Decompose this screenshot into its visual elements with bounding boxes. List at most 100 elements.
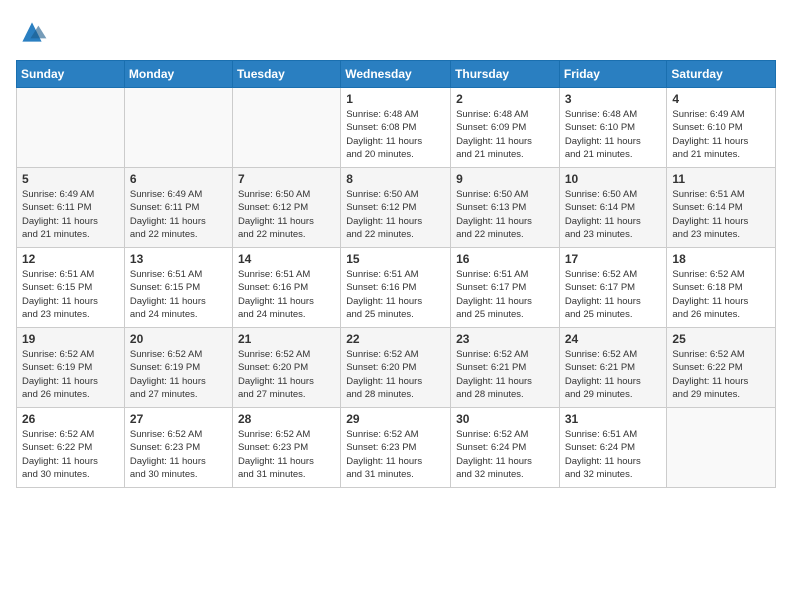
day-info: Sunrise: 6:49 AMSunset: 6:11 PMDaylight:… (22, 188, 119, 241)
day-info: Sunrise: 6:52 AMSunset: 6:24 PMDaylight:… (456, 428, 554, 481)
day-info: Sunrise: 6:52 AMSunset: 6:19 PMDaylight:… (130, 348, 227, 401)
day-info: Sunrise: 6:48 AMSunset: 6:09 PMDaylight:… (456, 108, 554, 161)
calendar-cell: 23Sunrise: 6:52 AMSunset: 6:21 PMDayligh… (451, 328, 560, 408)
day-info: Sunrise: 6:50 AMSunset: 6:12 PMDaylight:… (346, 188, 445, 241)
calendar-cell: 2 Sunrise: 6:48 AMSunset: 6:09 PMDaylight… (451, 88, 560, 168)
logo (16, 16, 52, 48)
day-info: Sunrise: 6:51 AMSunset: 6:17 PMDaylight:… (456, 268, 554, 321)
calendar-cell: 18 Sunrise: 6:52 AMSunset: 6:18 PMDayligh… (667, 248, 776, 328)
day-number: 2 (456, 92, 554, 106)
calendar-cell: 13 Sunrise: 6:51 AMSunset: 6:15 PMDayligh… (124, 248, 232, 328)
day-number: 8 (346, 172, 445, 186)
day-info: Sunrise: 6:50 AMSunset: 6:12 PMDaylight:… (238, 188, 335, 241)
calendar-cell (667, 408, 776, 488)
day-info: Sunrise: 6:52 AMSunset: 6:22 PMDaylight:… (672, 348, 770, 401)
day-number: 20 (130, 332, 227, 346)
calendar-cell: 11 Sunrise: 6:51 AMSunset: 6:14 PMDayligh… (667, 168, 776, 248)
day-number: 14 (238, 252, 335, 266)
day-number: 18 (672, 252, 770, 266)
page-header (16, 16, 776, 48)
day-info: Sunrise: 6:49 AMSunset: 6:10 PMDaylight:… (672, 108, 770, 161)
calendar-cell: 20 Sunrise: 6:52 AMSunset: 6:19 PMDayligh… (124, 328, 232, 408)
day-number: 16 (456, 252, 554, 266)
day-header-wednesday: Wednesday (341, 61, 451, 88)
day-info: Sunrise: 6:52 AMSunset: 6:21 PMDaylight:… (565, 348, 662, 401)
calendar-cell: 31 Sunrise: 6:51 AMSunset: 6:24 PMDayligh… (559, 408, 667, 488)
calendar-cell: 5 Sunrise: 6:49 AMSunset: 6:11 PMDaylight… (17, 168, 125, 248)
calendar-cell: 1Sunrise: 6:48 AMSunset: 6:08 PMDaylight… (341, 88, 451, 168)
day-number: 24 (565, 332, 662, 346)
day-info: Sunrise: 6:48 AMSunset: 6:08 PMDaylight:… (346, 108, 445, 161)
calendar-cell: 29 Sunrise: 6:52 AMSunset: 6:23 PMDayligh… (341, 408, 451, 488)
calendar-cell: 21 Sunrise: 6:52 AMSunset: 6:20 PMDayligh… (232, 328, 340, 408)
day-number: 3 (565, 92, 662, 106)
day-number: 17 (565, 252, 662, 266)
day-number: 10 (565, 172, 662, 186)
calendar-cell: 25 Sunrise: 6:52 AMSunset: 6:22 PMDayligh… (667, 328, 776, 408)
day-number: 19 (22, 332, 119, 346)
day-info: Sunrise: 6:52 AMSunset: 6:23 PMDaylight:… (346, 428, 445, 481)
calendar-cell: 14 Sunrise: 6:51 AMSunset: 6:16 PMDayligh… (232, 248, 340, 328)
day-info: Sunrise: 6:51 AMSunset: 6:15 PMDaylight:… (130, 268, 227, 321)
calendar-cell: 26Sunrise: 6:52 AMSunset: 6:22 PMDayligh… (17, 408, 125, 488)
calendar-table: SundayMondayTuesdayWednesdayThursdayFrid… (16, 60, 776, 488)
day-info: Sunrise: 6:52 AMSunset: 6:18 PMDaylight:… (672, 268, 770, 321)
day-info: Sunrise: 6:52 AMSunset: 6:19 PMDaylight:… (22, 348, 119, 401)
calendar-week-row: 19 Sunrise: 6:52 AMSunset: 6:19 PMDayligh… (17, 328, 776, 408)
day-info: Sunrise: 6:52 AMSunset: 6:23 PMDaylight:… (238, 428, 335, 481)
day-number: 29 (346, 412, 445, 426)
day-number: 11 (672, 172, 770, 186)
calendar-week-row: 5 Sunrise: 6:49 AMSunset: 6:11 PMDaylight… (17, 168, 776, 248)
calendar-week-row: 1Sunrise: 6:48 AMSunset: 6:08 PMDaylight… (17, 88, 776, 168)
calendar-week-row: 26Sunrise: 6:52 AMSunset: 6:22 PMDayligh… (17, 408, 776, 488)
day-info: Sunrise: 6:52 AMSunset: 6:21 PMDaylight:… (456, 348, 554, 401)
day-number: 7 (238, 172, 335, 186)
calendar-header-row: SundayMondayTuesdayWednesdayThursdayFrid… (17, 61, 776, 88)
calendar-cell: 28 Sunrise: 6:52 AMSunset: 6:23 PMDayligh… (232, 408, 340, 488)
day-info: Sunrise: 6:51 AMSunset: 6:24 PMDaylight:… (565, 428, 662, 481)
day-number: 31 (565, 412, 662, 426)
calendar-cell (17, 88, 125, 168)
calendar-cell: 8 Sunrise: 6:50 AMSunset: 6:12 PMDaylight… (341, 168, 451, 248)
calendar-cell: 4 Sunrise: 6:49 AMSunset: 6:10 PMDaylight… (667, 88, 776, 168)
day-header-tuesday: Tuesday (232, 61, 340, 88)
day-number: 28 (238, 412, 335, 426)
day-info: Sunrise: 6:51 AMSunset: 6:16 PMDaylight:… (346, 268, 445, 321)
calendar-cell: 16 Sunrise: 6:51 AMSunset: 6:17 PMDayligh… (451, 248, 560, 328)
day-info: Sunrise: 6:49 AMSunset: 6:11 PMDaylight:… (130, 188, 227, 241)
day-info: Sunrise: 6:52 AMSunset: 6:20 PMDaylight:… (346, 348, 445, 401)
day-info: Sunrise: 6:48 AMSunset: 6:10 PMDaylight:… (565, 108, 662, 161)
day-info: Sunrise: 6:52 AMSunset: 6:22 PMDaylight:… (22, 428, 119, 481)
calendar-cell: 15Sunrise: 6:51 AMSunset: 6:16 PMDayligh… (341, 248, 451, 328)
day-number: 25 (672, 332, 770, 346)
day-header-friday: Friday (559, 61, 667, 88)
calendar-cell: 6 Sunrise: 6:49 AMSunset: 6:11 PMDaylight… (124, 168, 232, 248)
day-info: Sunrise: 6:51 AMSunset: 6:15 PMDaylight:… (22, 268, 119, 321)
day-info: Sunrise: 6:50 AMSunset: 6:14 PMDaylight:… (565, 188, 662, 241)
day-number: 13 (130, 252, 227, 266)
day-number: 22 (346, 332, 445, 346)
day-info: Sunrise: 6:51 AMSunset: 6:16 PMDaylight:… (238, 268, 335, 321)
calendar-cell: 30 Sunrise: 6:52 AMSunset: 6:24 PMDayligh… (451, 408, 560, 488)
calendar-cell: 27 Sunrise: 6:52 AMSunset: 6:23 PMDayligh… (124, 408, 232, 488)
day-info: Sunrise: 6:51 AMSunset: 6:14 PMDaylight:… (672, 188, 770, 241)
calendar-cell: 9Sunrise: 6:50 AMSunset: 6:13 PMDaylight… (451, 168, 560, 248)
calendar-cell: 24 Sunrise: 6:52 AMSunset: 6:21 PMDayligh… (559, 328, 667, 408)
day-number: 21 (238, 332, 335, 346)
calendar-cell: 3 Sunrise: 6:48 AMSunset: 6:10 PMDaylight… (559, 88, 667, 168)
calendar-cell (124, 88, 232, 168)
day-header-saturday: Saturday (667, 61, 776, 88)
day-info: Sunrise: 6:52 AMSunset: 6:20 PMDaylight:… (238, 348, 335, 401)
logo-icon (16, 16, 48, 48)
calendar-week-row: 12Sunrise: 6:51 AMSunset: 6:15 PMDayligh… (17, 248, 776, 328)
calendar-cell: 7 Sunrise: 6:50 AMSunset: 6:12 PMDaylight… (232, 168, 340, 248)
day-number: 30 (456, 412, 554, 426)
calendar-cell: 17Sunrise: 6:52 AMSunset: 6:17 PMDayligh… (559, 248, 667, 328)
day-number: 6 (130, 172, 227, 186)
day-info: Sunrise: 6:52 AMSunset: 6:23 PMDaylight:… (130, 428, 227, 481)
day-number: 5 (22, 172, 119, 186)
day-number: 4 (672, 92, 770, 106)
day-number: 27 (130, 412, 227, 426)
calendar-cell: 10 Sunrise: 6:50 AMSunset: 6:14 PMDayligh… (559, 168, 667, 248)
day-info: Sunrise: 6:50 AMSunset: 6:13 PMDaylight:… (456, 188, 554, 241)
